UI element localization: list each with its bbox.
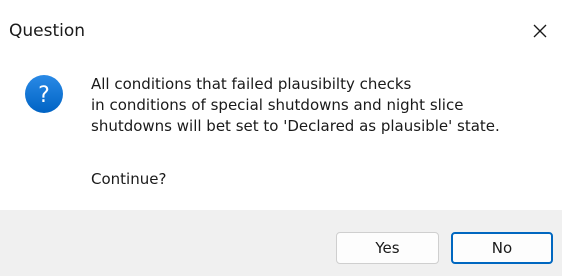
message-line: in conditions of special shutdowns and n… <box>91 96 464 114</box>
yes-button[interactable]: Yes <box>336 232 439 264</box>
no-button[interactable]: No <box>451 232 553 264</box>
continue-prompt: Continue? <box>91 170 167 188</box>
message-text: All conditions that failed plausibilty c… <box>91 74 551 137</box>
message-line: All conditions that failed plausibilty c… <box>91 75 412 93</box>
close-icon <box>533 24 547 38</box>
dialog-body: ? All conditions that failed plausibilty… <box>0 62 562 210</box>
svg-text:?: ? <box>38 83 50 108</box>
button-bar: Yes No <box>0 210 562 276</box>
message-line: shutdowns will bet set to 'Declared as p… <box>91 117 500 135</box>
close-button[interactable] <box>518 12 562 50</box>
question-dialog: Question ? All conditions that failed pl… <box>0 0 562 276</box>
window-title: Question <box>9 21 86 41</box>
title-bar: Question <box>0 0 562 62</box>
question-icon: ? <box>24 74 64 114</box>
